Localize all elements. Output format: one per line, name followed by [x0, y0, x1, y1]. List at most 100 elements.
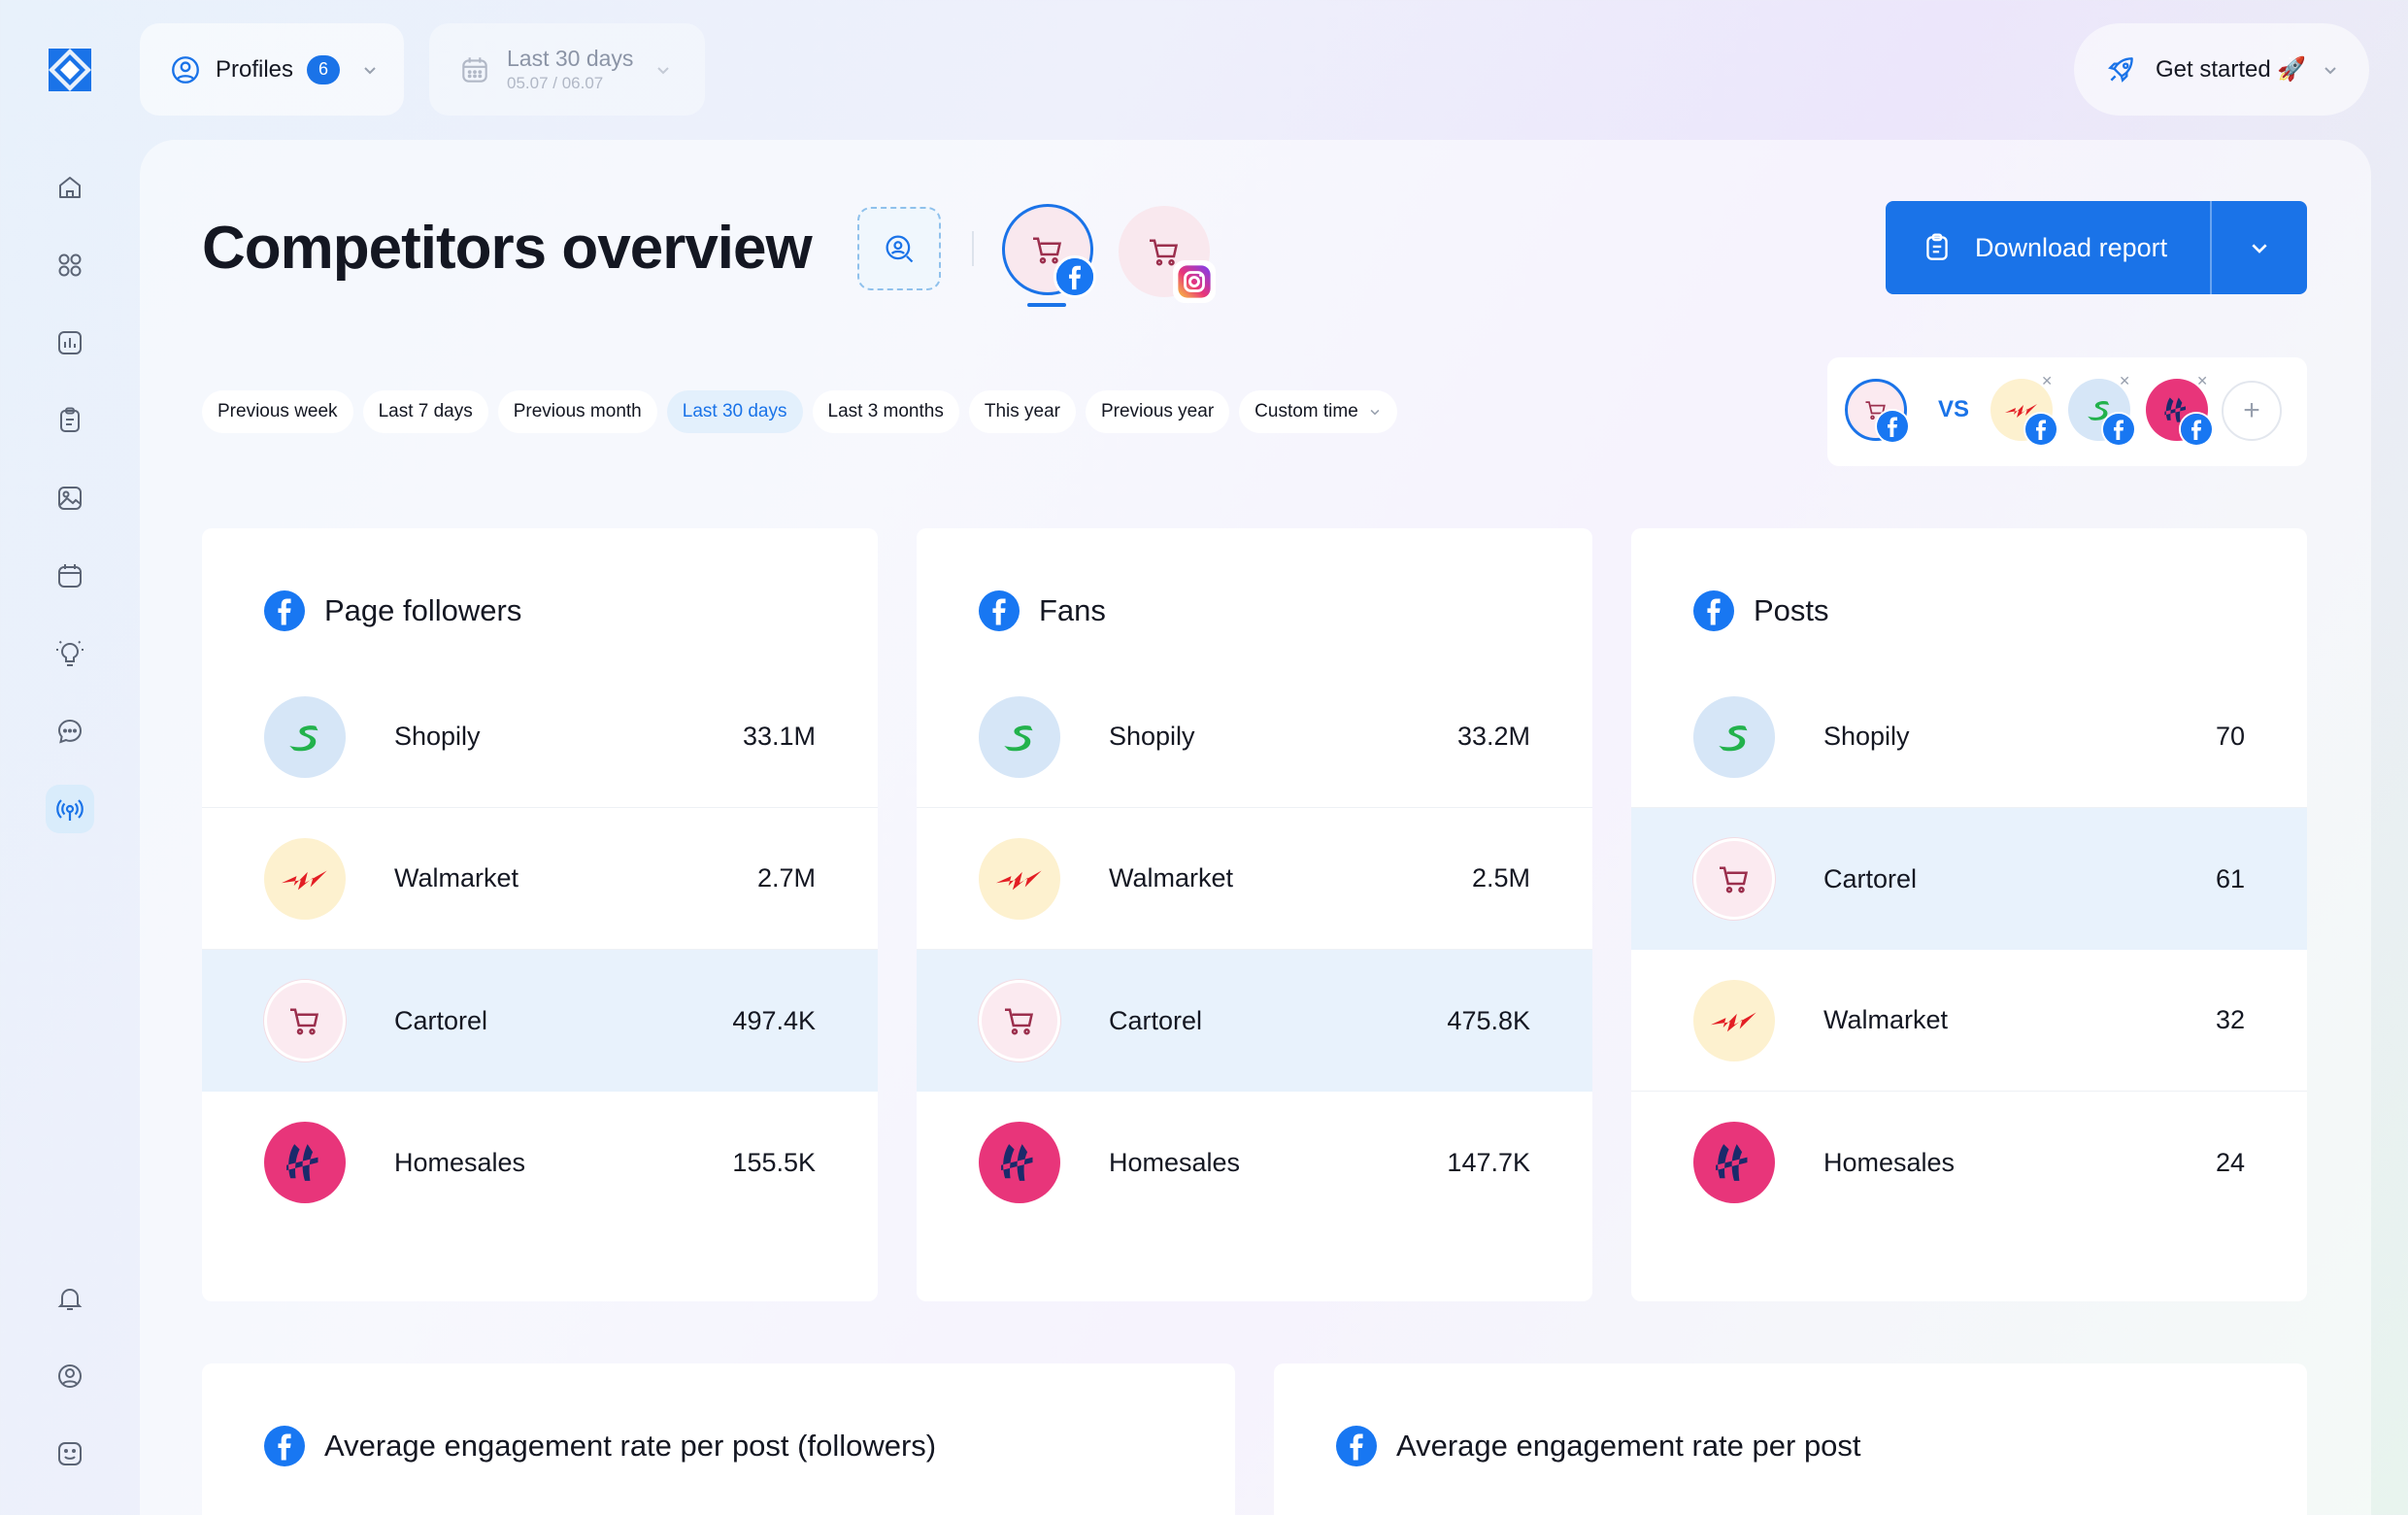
competitor-row[interactable]: Walmarket 2.5M [917, 808, 1592, 950]
walmarket-logo-icon [995, 870, 1042, 890]
nav-competitors[interactable] [46, 785, 94, 833]
plus-icon: + [2243, 394, 2260, 426]
chip-last-3-months[interactable]: Last 3 months [812, 390, 959, 433]
chip-last-30-days[interactable]: Last 30 days [666, 390, 803, 433]
competitor-list: Shopily 33.1M Walmarket 2.7M Cartorel 497.4K H… [202, 666, 878, 1233]
competitor-list: Shopily 70 Cartorel 61 Walmarket 32 Homesales 2… [1631, 666, 2307, 1233]
competitor-row[interactable]: Walmarket 2.7M [202, 808, 878, 950]
cartorel-avatar [979, 980, 1060, 1061]
add-competitor-button[interactable]: + [2222, 381, 2282, 441]
competitor-name: Shopily [1823, 722, 1910, 751]
competitor-row[interactable]: Shopily 33.2M [917, 666, 1592, 808]
competitor-value: 475.8K [1447, 1005, 1530, 1035]
nav-ideas[interactable] [46, 629, 94, 678]
competitor-name: Walmarket [1823, 1005, 1949, 1034]
vs-main-profile[interactable] [1845, 379, 1910, 444]
divider [972, 231, 974, 266]
competitor-value: 24 [2215, 1147, 2245, 1177]
competitor-row[interactable]: Homesales 155.5K [202, 1092, 878, 1233]
competitor-name: Homesales [1109, 1147, 1241, 1177]
chip-custom-time[interactable]: Custom time [1239, 390, 1397, 433]
nav-dashboard[interactable] [46, 241, 94, 289]
chip-previous-year[interactable]: Previous year [1085, 390, 1230, 433]
profile-cartorel-facebook[interactable] [1002, 204, 1096, 298]
competitors-icon [56, 799, 84, 821]
cart-icon [290, 1008, 319, 1035]
notifications-icon [57, 1288, 83, 1310]
competitor-value: 147.7K [1447, 1147, 1530, 1177]
nav-calendar[interactable] [46, 552, 94, 600]
calendar-icon [462, 56, 487, 83]
vs-competitor-walmarket[interactable]: ✕ [1990, 373, 2058, 447]
messages-icon [57, 719, 83, 744]
ideas-icon [56, 640, 84, 666]
competitor-value: 32 [2215, 1005, 2245, 1034]
vs-competitor-homesales[interactable]: ✕ [2146, 373, 2214, 447]
competitor-row[interactable]: Homesales 24 [1631, 1092, 2307, 1233]
app-logo[interactable] [45, 45, 95, 95]
profiles-selector[interactable]: Profiles 6 [140, 23, 404, 116]
competitor-value: 70 [2215, 722, 2245, 751]
competitor-row[interactable]: Cartorel 61 [1631, 808, 2307, 950]
competitor-row[interactable]: Cartorel 497.4K [202, 950, 878, 1092]
chip-custom-time-label: Custom time [1254, 401, 1358, 421]
chip-this-year[interactable]: This year [968, 390, 1076, 433]
homesales-logo-icon [286, 1144, 318, 1181]
remove-icon[interactable]: ✕ [2041, 373, 2053, 389]
download-options-dropdown[interactable] [2212, 201, 2307, 294]
shopily-avatar [264, 695, 346, 778]
nav-reports[interactable] [46, 396, 94, 445]
account-icon [58, 1364, 82, 1388]
chip-previous-month[interactable]: Previous month [497, 390, 657, 433]
competitor-row[interactable]: Cartorel 475.8K [917, 950, 1592, 1092]
vs-label: VS [1938, 396, 1970, 422]
facebook-icon [1693, 590, 1734, 631]
competitor-row[interactable]: Shopily 70 [1631, 666, 2307, 808]
add-profile-button[interactable] [857, 207, 941, 290]
competitor-row[interactable]: Shopily 33.1M [202, 666, 878, 808]
facebook-icon [264, 590, 305, 631]
competitor-row[interactable]: Walmarket 32 [1631, 950, 2307, 1092]
chevron-down-icon [657, 66, 670, 74]
cartorel-avatar [264, 980, 346, 1061]
facebook-icon [1054, 255, 1096, 298]
remove-icon[interactable]: ✕ [2196, 373, 2208, 389]
competitor-value: 2.7M [756, 863, 816, 892]
competitor-name: Homesales [394, 1147, 526, 1177]
instagram-icon [1173, 260, 1216, 303]
nav-analytics[interactable] [46, 319, 94, 367]
profile-icon [172, 55, 199, 84]
profile-search-icon [886, 235, 914, 263]
nav-home[interactable] [46, 163, 94, 212]
facebook-icon [2023, 412, 2058, 447]
nav-feedback[interactable] [46, 1430, 94, 1478]
competitor-row[interactable]: Homesales 147.7K [917, 1092, 1592, 1233]
profile-cartorel-instagram[interactable] [1119, 206, 1216, 303]
vs-competitor-shopily[interactable]: ✕ [2068, 373, 2136, 447]
walmarket-avatar [979, 837, 1060, 920]
chip-previous-week[interactable]: Previous week [202, 390, 353, 433]
card-title: Average engagement rate per post (follow… [324, 1429, 937, 1463]
facebook-icon [1336, 1426, 1377, 1466]
download-report-label: Download report [1975, 232, 2168, 262]
chevron-down-icon [2252, 244, 2267, 253]
home-icon [59, 177, 81, 198]
card-title: Average engagement rate per post [1396, 1429, 1861, 1463]
remove-icon[interactable]: ✕ [2119, 373, 2130, 389]
nav-account[interactable] [46, 1352, 94, 1400]
download-report-main[interactable]: Download report [1886, 201, 2210, 294]
clipboard-icon [1926, 233, 1948, 260]
nav-media[interactable] [46, 474, 94, 522]
date-range-selector[interactable]: Last 30 days 05.07 / 06.07 [429, 23, 705, 116]
competitor-list: Shopily 33.2M Walmarket 2.5M Cartorel 475.8K H… [917, 666, 1592, 1233]
cartorel-avatar [1693, 838, 1775, 920]
download-report-button[interactable]: Download report [1886, 201, 2307, 294]
nav-notifications[interactable] [46, 1274, 94, 1323]
get-started-button[interactable]: Get started 🚀 [2074, 23, 2369, 116]
sidebar [0, 0, 140, 1515]
competitor-name: Homesales [1823, 1147, 1956, 1177]
nav-messages[interactable] [46, 707, 94, 756]
competitor-name: Cartorel [1823, 863, 1918, 893]
competitor-value: 155.5K [732, 1147, 816, 1177]
chip-last-7-days[interactable]: Last 7 days [362, 390, 488, 433]
